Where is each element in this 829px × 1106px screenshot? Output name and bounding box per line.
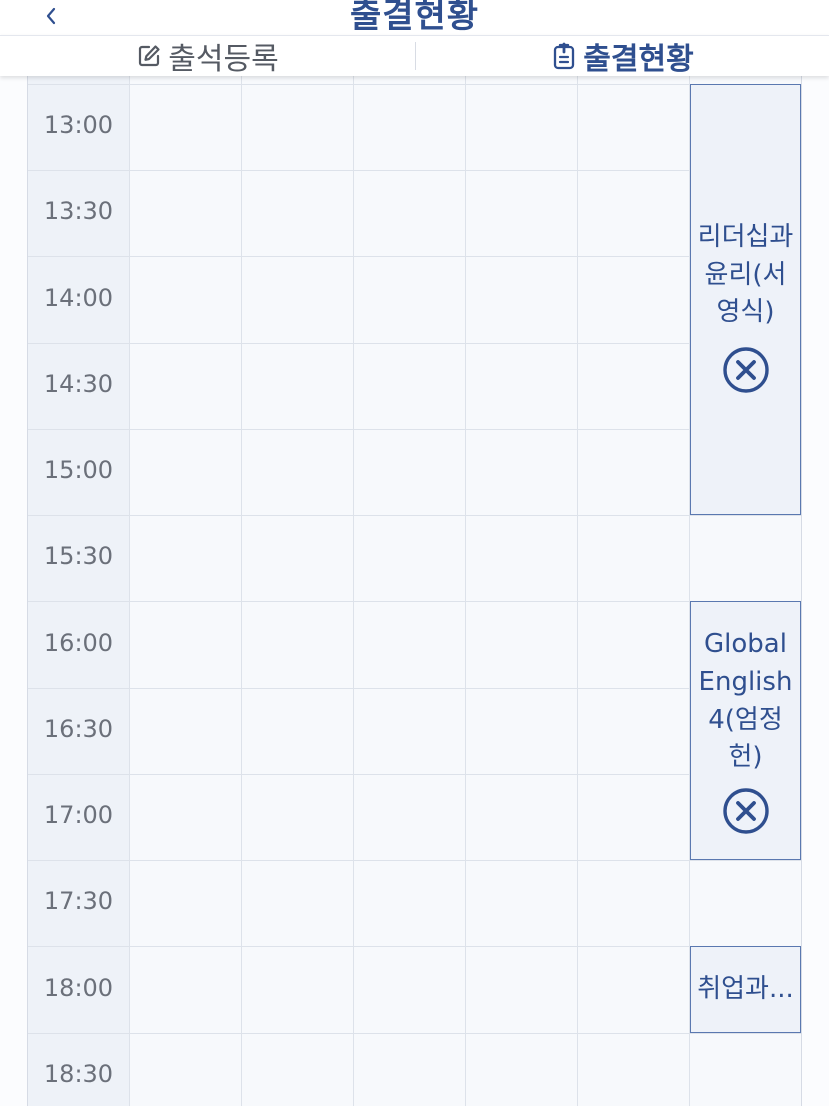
day-column-divider [353,76,354,1106]
time-label: 18:00 [43,974,114,1002]
time-row-divider [28,429,801,430]
time-row-divider [28,515,801,516]
edit-icon [136,43,162,69]
time-label: 13:30 [43,197,114,225]
class-block-global-english[interactable]: Global English 4(엄정헌) [690,601,801,860]
time-label: 16:00 [43,629,114,657]
absent-x-circle-icon [722,346,770,394]
time-row-divider [28,343,801,344]
time-row-divider [28,860,801,861]
time-row-divider [28,774,801,775]
tab-attendance-register-label: 출석등록 [168,42,279,77]
time-row-divider [28,946,801,947]
day-column-divider [465,76,466,1106]
attendance-status-screen: 출결현황 출석등록 출결현황 13:00 13:30 14:00 14:30 1… [0,0,829,1106]
time-row-divider [28,601,801,602]
absent-x-circle-icon [722,787,770,835]
time-label: 14:30 [43,370,114,398]
time-label: 14:00 [43,284,114,312]
timetable[interactable]: 13:00 13:30 14:00 14:30 15:00 15:30 16:0… [0,76,829,1106]
time-label: 18:30 [43,1060,114,1088]
time-label: 17:30 [43,887,114,915]
time-label: 16:30 [43,715,114,743]
day-column-divider [241,76,242,1106]
class-name: 리더십과윤리(서영식) [697,221,794,328]
class-block-leadership-ethics[interactable]: 리더십과윤리(서영식) [690,84,801,515]
timetable-right-border [801,76,802,1106]
time-row-divider [28,256,801,257]
class-block-employment[interactable]: 취업과... [690,946,801,1033]
time-label: 15:00 [43,456,114,484]
tab-attendance-status-label: 출결현황 [583,42,694,77]
day-column-divider [577,76,578,1106]
time-label: 17:00 [43,801,114,829]
tab-bar: 출석등록 출결현황 [0,35,829,77]
time-label: 15:30 [43,542,114,570]
time-row-divider [28,84,801,85]
app-header: 출결현황 [0,0,829,35]
time-row-divider [28,688,801,689]
time-column [28,76,129,1106]
class-name: 취업과... [697,973,794,1004]
page-title: 출결현황 [349,0,480,35]
day-column-divider [129,76,130,1106]
time-row-divider [28,170,801,171]
class-name: Global English 4(엄정헌) [698,629,793,773]
tab-attendance-register[interactable]: 출석등록 [0,36,415,77]
time-row-divider [28,1033,801,1034]
clipboard-icon [551,42,577,70]
tab-attendance-status[interactable]: 출결현황 [416,36,829,77]
time-label: 13:00 [43,111,114,139]
